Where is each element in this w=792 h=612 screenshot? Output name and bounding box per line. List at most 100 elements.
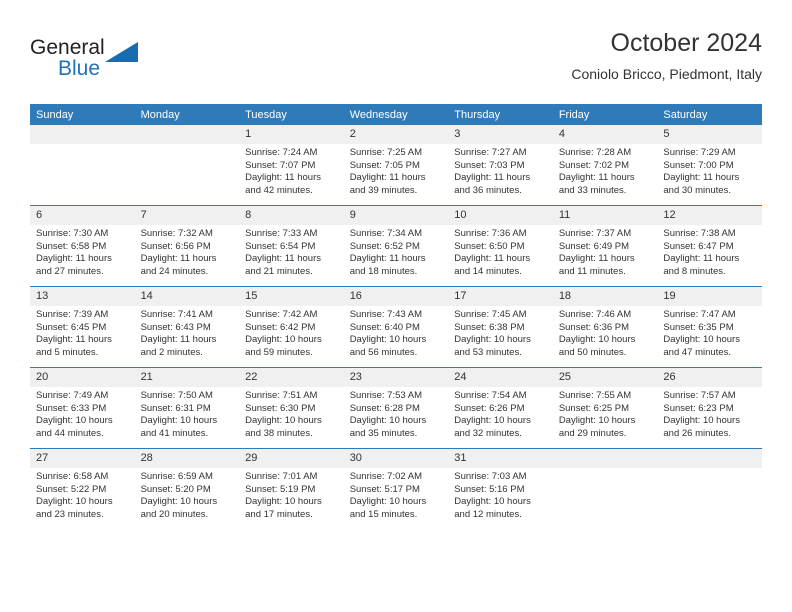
daylight-line-1: Daylight: 11 hours: [349, 172, 426, 184]
daylight-line-2: and 18 minutes.: [349, 265, 418, 277]
daylight-line-2: and 32 minutes.: [454, 427, 522, 439]
calendar-day-cell[interactable]: 7 Sunrise: 7:32 AM Sunset: 6:56 PM Daylight…: [134, 205, 240, 287]
sunset-line: Sunset: 6:58 PM: [36, 240, 107, 252]
sunrise-line: Sunrise: 7:38 AM: [663, 228, 736, 239]
calendar-day-cell[interactable]: 20 Sunrise: 7:49 AM Sunset: 6:33 PM Dayligh…: [30, 367, 135, 449]
calendar-day-cell[interactable]: 9 Sunrise: 7:34 AM Sunset: 6:52 PM Daylight…: [343, 205, 449, 287]
calendar-day-cell[interactable]: 23 Sunrise: 7:53 AM Sunset: 6:28 PM Dayligh…: [343, 367, 449, 449]
daylight-line-2: and 23 minutes.: [36, 508, 104, 520]
calendar-day-cell[interactable]: 11 Sunrise: 7:37 AM Sunset: 6:49 PM Dayligh…: [552, 205, 658, 287]
weekday-header-wednesday: Wednesday: [343, 104, 449, 125]
calendar-week-row: 13 Sunrise: 7:39 AM Sunset: 6:45 PM Dayligh…: [30, 286, 762, 368]
daylight-line-2: and 5 minutes.: [36, 346, 99, 358]
daylight-line-2: and 38 minutes.: [245, 427, 313, 439]
calendar-day-cell[interactable]: 2 Sunrise: 7:25 AM Sunset: 7:05 PM Daylight…: [343, 125, 449, 206]
calendar-day-cell[interactable]: 30 Sunrise: 7:02 AM Sunset: 5:17 PM Dayligh…: [343, 448, 449, 529]
logo-text-blue: Blue: [58, 57, 101, 80]
calendar-day-cell-empty: [30, 125, 135, 206]
daylight-line-1: Daylight: 11 hours: [140, 334, 217, 346]
day-number: 4: [552, 125, 658, 144]
daylight-line-1: Daylight: 11 hours: [454, 253, 531, 265]
daylight-line-2: and 26 minutes.: [663, 427, 731, 439]
sunset-line: Sunset: 6:40 PM: [349, 321, 420, 333]
calendar-header-row: Sunday Monday Tuesday Wednesday Thursday Frid…: [30, 104, 762, 125]
day-sun-info: Sunrise: 7:29 AM Sunset: 7:00 PM Daylight:…: [657, 144, 762, 197]
calendar-day-cell[interactable]: 31 Sunrise: 7:03 AM Sunset: 5:16 PM Dayligh…: [448, 448, 553, 529]
calendar-day-cell[interactable]: 6 Sunrise: 7:30 AM Sunset: 6:58 PM Daylight…: [30, 205, 135, 287]
daylight-line-2: and 36 minutes.: [454, 184, 522, 196]
day-sun-info: Sunrise: 7:55 AM Sunset: 6:25 PM Daylight:…: [553, 387, 658, 440]
sunrise-line: Sunrise: 7:51 AM: [245, 390, 318, 401]
sunset-line: Sunset: 6:33 PM: [36, 402, 107, 414]
daylight-line-1: Daylight: 11 hours: [349, 253, 426, 265]
daylight-line-1: Daylight: 11 hours: [245, 172, 321, 184]
day-number: 11: [552, 206, 658, 225]
daylight-line-2: and 12 minutes.: [454, 508, 522, 520]
daylight-line-1: Daylight: 11 hours: [663, 253, 740, 265]
calendar-day-cell[interactable]: 4 Sunrise: 7:28 AM Sunset: 7:02 PM Daylight…: [552, 125, 658, 206]
daylight-line-2: and 15 minutes.: [349, 508, 418, 520]
calendar-day-cell[interactable]: 1 Sunrise: 7:24 AM Sunset: 7:07 PM Daylight…: [239, 125, 344, 206]
calendar-day-cell[interactable]: 14 Sunrise: 7:41 AM Sunset: 6:43 PM Dayligh…: [134, 286, 240, 368]
daylight-line-2: and 17 minutes.: [245, 508, 313, 520]
sunset-line: Sunset: 6:42 PM: [245, 321, 316, 333]
calendar-day-cell[interactable]: 15 Sunrise: 7:42 AM Sunset: 6:42 PM Dayligh…: [239, 286, 344, 368]
daylight-line-2: and 8 minutes.: [663, 265, 726, 277]
day-sun-info: Sunrise: 7:24 AM Sunset: 7:07 PM Daylight:…: [239, 144, 344, 197]
sunrise-line: Sunrise: 7:25 AM: [349, 147, 423, 158]
calendar-day-cell[interactable]: 22 Sunrise: 7:51 AM Sunset: 6:30 PM Dayligh…: [239, 367, 344, 449]
day-number: 15: [239, 287, 344, 306]
sunset-line: Sunset: 6:52 PM: [349, 240, 420, 252]
sunset-line: Sunset: 6:47 PM: [663, 240, 734, 252]
calendar-day-cell[interactable]: 28 Sunrise: 6:59 AM Sunset: 5:20 PM Dayligh…: [134, 448, 240, 529]
calendar-day-cell[interactable]: 18 Sunrise: 7:46 AM Sunset: 6:36 PM Dayligh…: [552, 286, 658, 368]
calendar-week-row: 1 Sunrise: 7:24 AM Sunset: 7:07 PM Daylight…: [30, 125, 762, 206]
calendar-day-cell[interactable]: 29 Sunrise: 7:01 AM Sunset: 5:19 PM Dayligh…: [239, 448, 344, 529]
triangle-icon: [105, 42, 138, 62]
page-subtitle: Coniolo Bricco, Piedmont, Italy: [571, 66, 762, 82]
calendar-day-cell[interactable]: 8 Sunrise: 7:33 AM Sunset: 6:54 PM Daylight…: [239, 205, 344, 287]
daylight-line-2: and 44 minutes.: [36, 427, 104, 439]
calendar-day-cell[interactable]: 27 Sunrise: 6:58 AM Sunset: 5:22 PM Dayligh…: [30, 448, 135, 529]
daylight-line-2: and 42 minutes.: [245, 184, 313, 196]
daylight-line-1: Daylight: 10 hours: [245, 496, 322, 508]
calendar-day-cell[interactable]: 10 Sunrise: 7:36 AM Sunset: 6:50 PM Dayligh…: [448, 205, 553, 287]
calendar-day-cell[interactable]: 24 Sunrise: 7:54 AM Sunset: 6:26 PM Dayligh…: [448, 367, 553, 449]
calendar-day-cell[interactable]: 16 Sunrise: 7:43 AM Sunset: 6:40 PM Dayligh…: [343, 286, 449, 368]
daylight-line-1: Daylight: 10 hours: [454, 334, 531, 346]
calendar-day-cell[interactable]: 3 Sunrise: 7:27 AM Sunset: 7:03 PM Daylight…: [448, 125, 553, 206]
day-number: 25: [552, 368, 658, 387]
calendar-week-row: 27 Sunrise: 6:58 AM Sunset: 5:22 PM Dayligh…: [30, 448, 762, 529]
daylight-line-2: and 21 minutes.: [245, 265, 313, 277]
sunset-line: Sunset: 5:19 PM: [245, 483, 316, 495]
calendar-day-cell[interactable]: 13 Sunrise: 7:39 AM Sunset: 6:45 PM Dayligh…: [30, 286, 135, 368]
calendar-day-cell[interactable]: 25 Sunrise: 7:55 AM Sunset: 6:25 PM Dayligh…: [552, 367, 658, 449]
sunrise-line: Sunrise: 7:02 AM: [349, 471, 423, 482]
calendar-day-cell[interactable]: 12 Sunrise: 7:38 AM Sunset: 6:47 PM Dayligh…: [657, 205, 762, 287]
day-sun-info: Sunrise: 7:49 AM Sunset: 6:33 PM Daylight:…: [30, 387, 135, 440]
calendar-day-cell[interactable]: 19 Sunrise: 7:47 AM Sunset: 6:35 PM Dayligh…: [657, 286, 762, 368]
sunset-line: Sunset: 6:35 PM: [663, 321, 734, 333]
calendar-day-cell[interactable]: 5 Sunrise: 7:29 AM Sunset: 7:00 PM Daylight…: [657, 125, 762, 206]
sunset-line: Sunset: 6:43 PM: [140, 321, 211, 333]
general-blue-logo[interactable]: General Blue: [30, 36, 150, 92]
daylight-line-1: Daylight: 11 hours: [140, 253, 217, 265]
calendar-day-cell[interactable]: 21 Sunrise: 7:50 AM Sunset: 6:31 PM Dayligh…: [134, 367, 240, 449]
sunset-line: Sunset: 7:02 PM: [558, 159, 630, 171]
daylight-line-1: Daylight: 11 hours: [558, 172, 635, 184]
calendar-day-cell[interactable]: 17 Sunrise: 7:45 AM Sunset: 6:38 PM Dayligh…: [448, 286, 553, 368]
daylight-line-1: Daylight: 11 hours: [245, 253, 321, 265]
daylight-line-2: and 29 minutes.: [558, 427, 627, 439]
sunrise-line: Sunrise: 7:42 AM: [245, 309, 318, 320]
calendar-day-cell[interactable]: 26 Sunrise: 7:57 AM Sunset: 6:23 PM Dayligh…: [657, 367, 762, 449]
daylight-line-1: Daylight: 10 hours: [349, 415, 427, 427]
day-sun-info: Sunrise: 7:54 AM Sunset: 6:26 PM Daylight:…: [448, 387, 553, 440]
daylight-line-1: Daylight: 10 hours: [558, 334, 636, 346]
sunrise-line: Sunrise: 7:03 AM: [454, 471, 527, 482]
day-sun-info: Sunrise: 7:38 AM Sunset: 6:47 PM Daylight:…: [657, 225, 762, 278]
day-sun-info: Sunrise: 7:46 AM Sunset: 6:36 PM Daylight:…: [553, 306, 658, 359]
sunset-line: Sunset: 5:20 PM: [140, 483, 211, 495]
day-number: 14: [134, 287, 240, 306]
sunset-line: Sunset: 6:45 PM: [36, 321, 107, 333]
day-number: 31: [448, 449, 553, 468]
